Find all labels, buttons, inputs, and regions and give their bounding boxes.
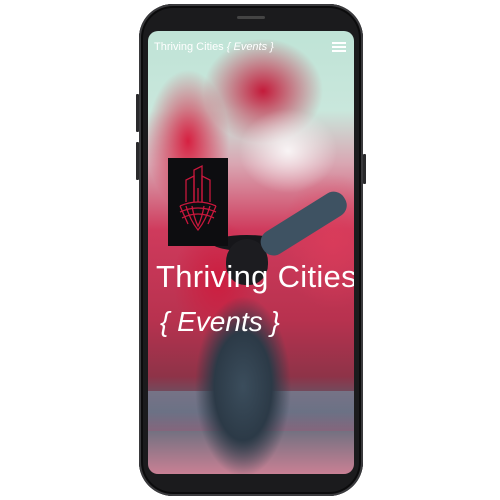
thriving-cities-logo-icon xyxy=(168,158,228,246)
brand-link[interactable]: Thriving Cities { Events } xyxy=(154,41,274,53)
brand-name: Thriving Cities xyxy=(154,41,224,53)
phone-device: Thriving Cities { Events } Thriving Citi… xyxy=(136,4,366,496)
brand-section: { Events } xyxy=(226,41,274,53)
hamburger-menu-icon[interactable] xyxy=(332,42,346,52)
app-screen: Thriving Cities { Events } Thriving Citi… xyxy=(148,31,354,474)
volume-button xyxy=(136,94,139,132)
background-person-arm xyxy=(256,187,352,261)
hero-subtitle: { Events } xyxy=(160,306,280,337)
power-button xyxy=(363,154,366,184)
background-person xyxy=(188,271,298,474)
earpiece-speaker xyxy=(237,16,265,19)
top-navigation-bar: Thriving Cities { Events } xyxy=(148,31,354,61)
hero-title: Thriving Cities xyxy=(156,259,354,294)
bixby-button xyxy=(136,142,139,180)
